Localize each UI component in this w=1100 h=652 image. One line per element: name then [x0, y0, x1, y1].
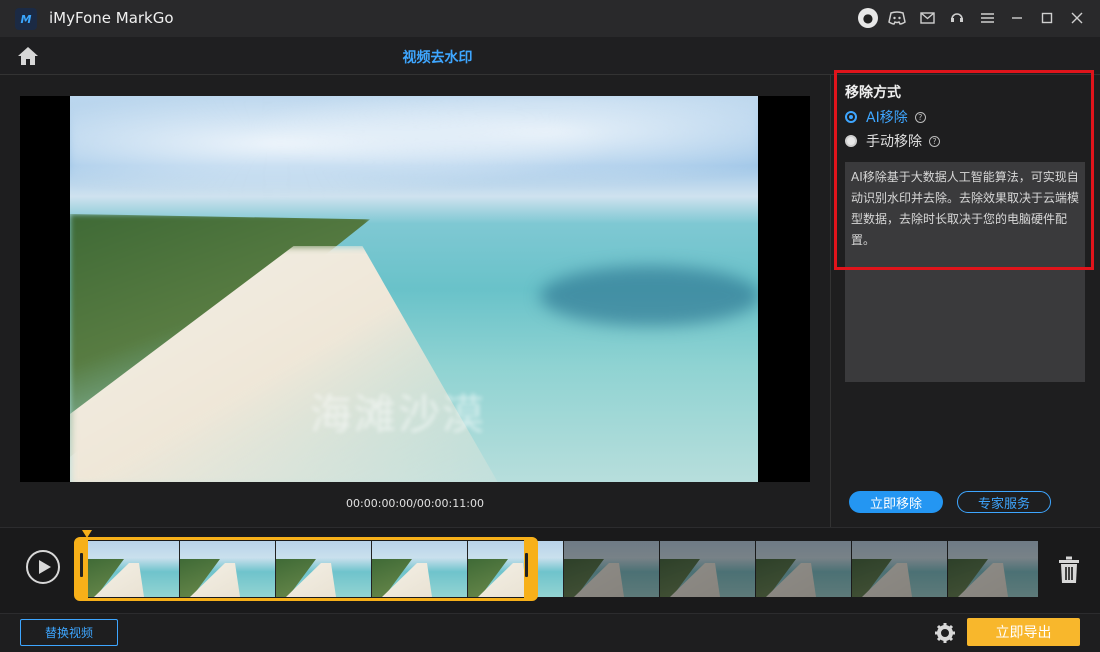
highlight-box [834, 70, 1094, 270]
video-preview[interactable]: 海滩沙漠 [20, 96, 810, 482]
timeline-thumbnail [564, 541, 660, 597]
settings-icon[interactable] [934, 622, 956, 644]
timeline-thumbnail [660, 541, 756, 597]
export-now-button[interactable]: 立即导出 [967, 618, 1080, 646]
page-title: 视频去水印 [402, 50, 473, 66]
time-display: 00:00:00:00/00:00:11:00 [346, 497, 484, 510]
delete-icon[interactable] [1058, 556, 1080, 584]
maximize-icon[interactable] [1036, 6, 1058, 30]
video-watermark: 海滩沙漠 [310, 390, 487, 439]
support-icon[interactable] [946, 6, 968, 30]
discord-icon[interactable] [886, 6, 908, 30]
window-controls: ● [858, 6, 1088, 30]
play-icon[interactable] [26, 550, 60, 584]
menu-icon[interactable] [976, 6, 998, 30]
trim-handle-left[interactable] [80, 553, 83, 577]
title-bar: M iMyFone MarkGo ● [0, 0, 1100, 37]
close-icon[interactable] [1066, 6, 1088, 30]
avatar-icon[interactable]: ● [858, 8, 878, 28]
remove-now-button[interactable]: 立即移除 [849, 491, 943, 513]
expert-service-button[interactable]: 专家服务 [957, 491, 1051, 513]
mail-icon[interactable] [916, 6, 938, 30]
app-title: iMyFone MarkGo [49, 9, 174, 27]
video-reef [540, 266, 758, 326]
timeline-thumbnail [852, 541, 948, 597]
timeline-thumbnail [948, 541, 1038, 597]
trim-handle-right[interactable] [525, 553, 528, 577]
app-logo-icon: M [15, 8, 37, 30]
replace-video-button[interactable]: 替换视频 [20, 619, 118, 646]
timeline-thumbnail [756, 541, 852, 597]
minimize-icon[interactable] [1006, 6, 1028, 30]
video-frame: 海滩沙漠 [70, 96, 758, 482]
trim-selection[interactable] [74, 537, 538, 601]
video-clouds [70, 96, 758, 216]
